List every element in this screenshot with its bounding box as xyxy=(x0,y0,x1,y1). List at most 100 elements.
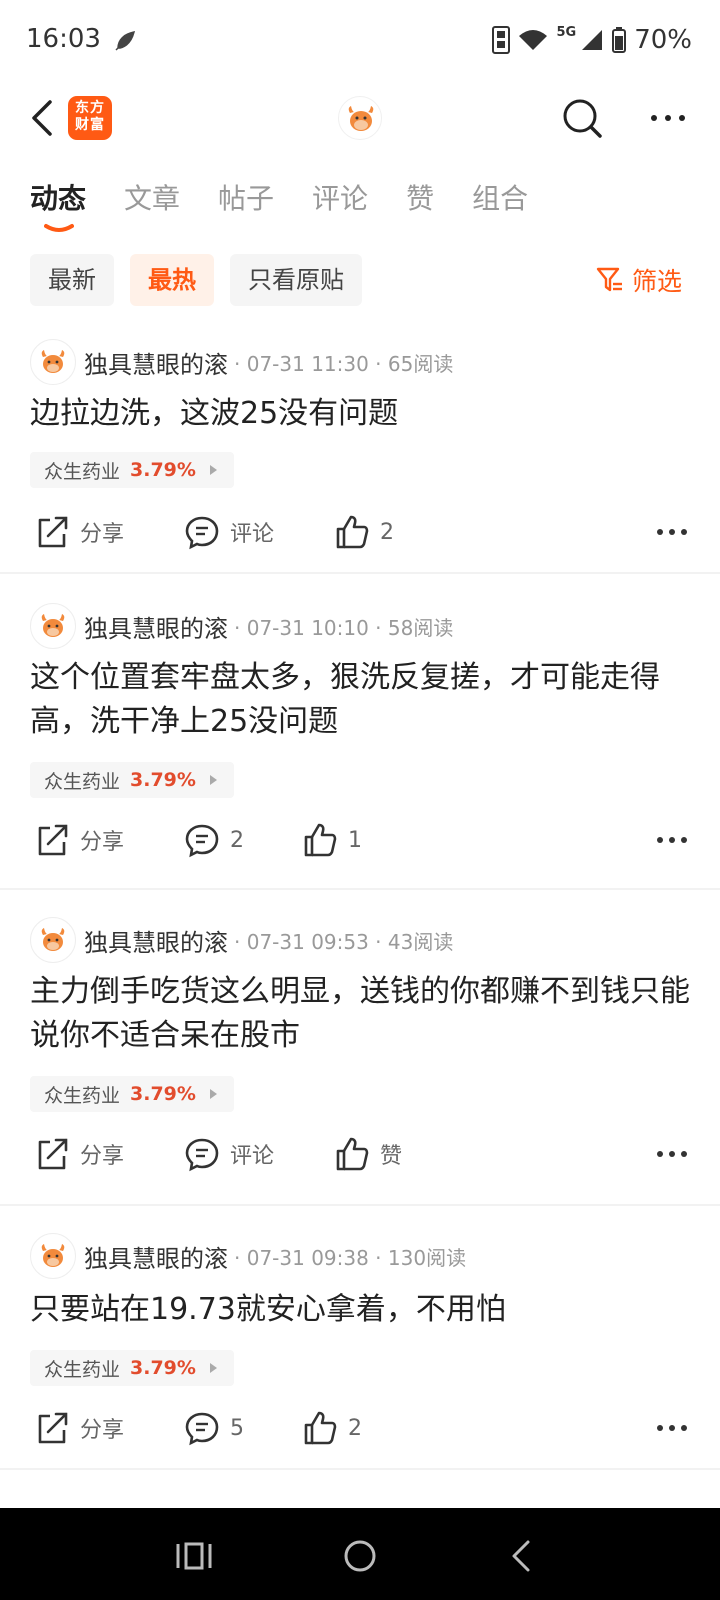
stock-name: 众生药业 xyxy=(44,1358,121,1381)
more-icon[interactable] xyxy=(654,826,690,854)
post-meta: · 07-31 10:10 · 58阅读 xyxy=(234,615,454,640)
stock-tag[interactable]: 众生药业 3.79% xyxy=(30,452,234,488)
share-icon xyxy=(38,1412,68,1444)
post-card[interactable]: 独具慧眼的滚 · 07-31 11:30 · 65阅读 边拉边洗，这波25没有问… xyxy=(0,330,720,574)
post-header: 独具慧眼的滚 · 07-31 09:38 · 130阅读 xyxy=(30,1232,466,1280)
post-actions: 分享 评论 赞 xyxy=(30,1132,690,1176)
author-avatar[interactable] xyxy=(30,917,76,963)
like-button[interactable]: 赞 xyxy=(334,1132,402,1176)
tab-posts[interactable]: 帖子 xyxy=(218,176,274,226)
chip-hottest[interactable]: 最热 xyxy=(130,254,214,306)
like-button[interactable]: 2 xyxy=(302,1406,362,1450)
author-avatar[interactable] xyxy=(30,339,76,385)
battery-icon xyxy=(612,27,627,53)
post-text[interactable]: 边拉边洗，这波25没有问题 xyxy=(30,392,690,436)
sort-chips: 最新 最热 只看原贴 xyxy=(30,254,362,306)
post-meta: · 07-31 09:53 · 43阅读 xyxy=(234,929,454,954)
tab-label: 评论 xyxy=(312,182,369,215)
comment-button[interactable]: 2 xyxy=(184,818,244,862)
author-name[interactable]: 独具慧眼的滚 xyxy=(84,1239,228,1274)
share-label: 分享 xyxy=(80,1418,125,1443)
home-icon[interactable] xyxy=(340,1538,380,1574)
filter-icon xyxy=(596,267,622,292)
post-text[interactable]: 这个位置套牢盘太多，狠洗反复搓，才可能走得高，洗干净上25没问题 xyxy=(30,656,690,744)
comment-icon xyxy=(185,1412,219,1446)
author-name[interactable]: 独具慧眼的滚 xyxy=(84,345,228,380)
like-label: 2 xyxy=(380,519,394,545)
share-icon xyxy=(38,1138,68,1170)
author-avatar[interactable] xyxy=(30,603,76,649)
chip-original-only[interactable]: 只看原贴 xyxy=(230,254,362,306)
status-icons: 5G 70% xyxy=(492,24,692,56)
stock-name: 众生药业 xyxy=(44,460,121,483)
tab-label: 赞 xyxy=(406,182,435,215)
thumbs-up-icon xyxy=(304,823,337,857)
comment-icon xyxy=(185,824,219,858)
top-header: 东方财富 xyxy=(0,86,720,152)
stock-tag[interactable]: 众生药业 3.79% xyxy=(30,1076,234,1112)
share-button[interactable]: 分享 xyxy=(34,818,124,862)
battery-level: 70% xyxy=(634,25,692,55)
back-icon[interactable] xyxy=(504,1538,544,1574)
chevron-right-icon xyxy=(209,775,217,785)
recent-apps-icon[interactable] xyxy=(174,1538,214,1574)
tab-portfolio[interactable]: 组合 xyxy=(472,176,528,226)
post-card[interactable]: 独具慧眼的滚 · 07-31 10:10 · 58阅读 这个位置套牢盘太多，狠洗… xyxy=(0,574,720,890)
author-name[interactable]: 独具慧眼的滚 xyxy=(84,609,228,644)
comment-button[interactable]: 5 xyxy=(184,1406,244,1450)
feather-icon xyxy=(115,31,136,51)
post-card[interactable]: 独具慧眼的滚 · 07-31 09:53 · 43阅读 主力倒手吃货这么明显，送… xyxy=(0,890,720,1206)
like-label: 2 xyxy=(348,1415,362,1441)
more-icon[interactable] xyxy=(654,1140,690,1168)
more-icon[interactable] xyxy=(654,1414,690,1442)
share-label: 分享 xyxy=(80,830,125,855)
stock-tag[interactable]: 众生药业 3.79% xyxy=(30,1350,234,1386)
tab-label: 文章 xyxy=(124,182,181,215)
share-icon xyxy=(38,824,68,856)
post-text[interactable]: 只要站在19.73就安心拿着，不用怕 xyxy=(30,1288,690,1332)
comment-label: 评论 xyxy=(230,1144,275,1169)
chevron-right-icon xyxy=(209,465,217,475)
post-text[interactable]: 主力倒手吃货这么明显，送钱的你都赚不到钱只能说你不适合呆在股市 xyxy=(30,970,690,1058)
tab-comments[interactable]: 评论 xyxy=(312,176,368,226)
post-card[interactable]: 独具慧眼的滚 · 07-31 09:38 · 130阅读 只要站在19.73就安… xyxy=(0,1206,720,1470)
search-icon[interactable] xyxy=(560,96,604,140)
like-button[interactable]: 1 xyxy=(302,818,362,862)
bull-avatar-icon xyxy=(41,928,65,951)
tab-articles[interactable]: 文章 xyxy=(124,176,180,226)
brand-logo-text: 东方财富 xyxy=(75,100,105,133)
tab-label: 组合 xyxy=(472,182,529,215)
stock-change: 3.79% xyxy=(130,1357,196,1379)
back-arrow-icon[interactable] xyxy=(24,96,64,140)
more-icon[interactable] xyxy=(654,518,690,546)
tab-likes[interactable]: 赞 xyxy=(406,176,434,226)
filter-button[interactable]: 筛选 xyxy=(596,262,682,298)
data-transfer-icon xyxy=(492,26,511,54)
comment-button[interactable]: 评论 xyxy=(184,510,274,554)
comment-button[interactable]: 评论 xyxy=(184,1132,274,1176)
chevron-right-icon xyxy=(209,1089,217,1099)
comment-icon xyxy=(185,516,219,550)
chip-latest[interactable]: 最新 xyxy=(30,254,114,306)
share-button[interactable]: 分享 xyxy=(34,510,124,554)
wifi-icon xyxy=(519,30,548,50)
thumbs-up-icon xyxy=(336,1137,369,1171)
author-name[interactable]: 独具慧眼的滚 xyxy=(84,923,228,958)
tab-label: 帖子 xyxy=(218,182,275,215)
share-icon xyxy=(38,516,68,548)
tab-dynamics[interactable]: 动态 xyxy=(30,176,86,232)
share-button[interactable]: 分享 xyxy=(34,1132,124,1176)
stock-tag[interactable]: 众生药业 3.79% xyxy=(30,762,234,798)
bull-avatar-icon xyxy=(41,350,65,373)
post-header: 独具慧眼的滚 · 07-31 11:30 · 65阅读 xyxy=(30,338,453,386)
brand-logo[interactable]: 东方财富 xyxy=(68,96,112,140)
thumbs-up-icon xyxy=(336,515,369,549)
share-button[interactable]: 分享 xyxy=(34,1406,124,1450)
share-label: 分享 xyxy=(80,1144,125,1169)
author-avatar[interactable] xyxy=(30,1233,76,1279)
comment-icon xyxy=(185,1138,219,1172)
more-icon[interactable] xyxy=(646,102,690,134)
stock-name: 众生药业 xyxy=(44,1084,121,1107)
like-button[interactable]: 2 xyxy=(334,510,394,554)
bull-avatar-icon[interactable] xyxy=(338,96,382,140)
